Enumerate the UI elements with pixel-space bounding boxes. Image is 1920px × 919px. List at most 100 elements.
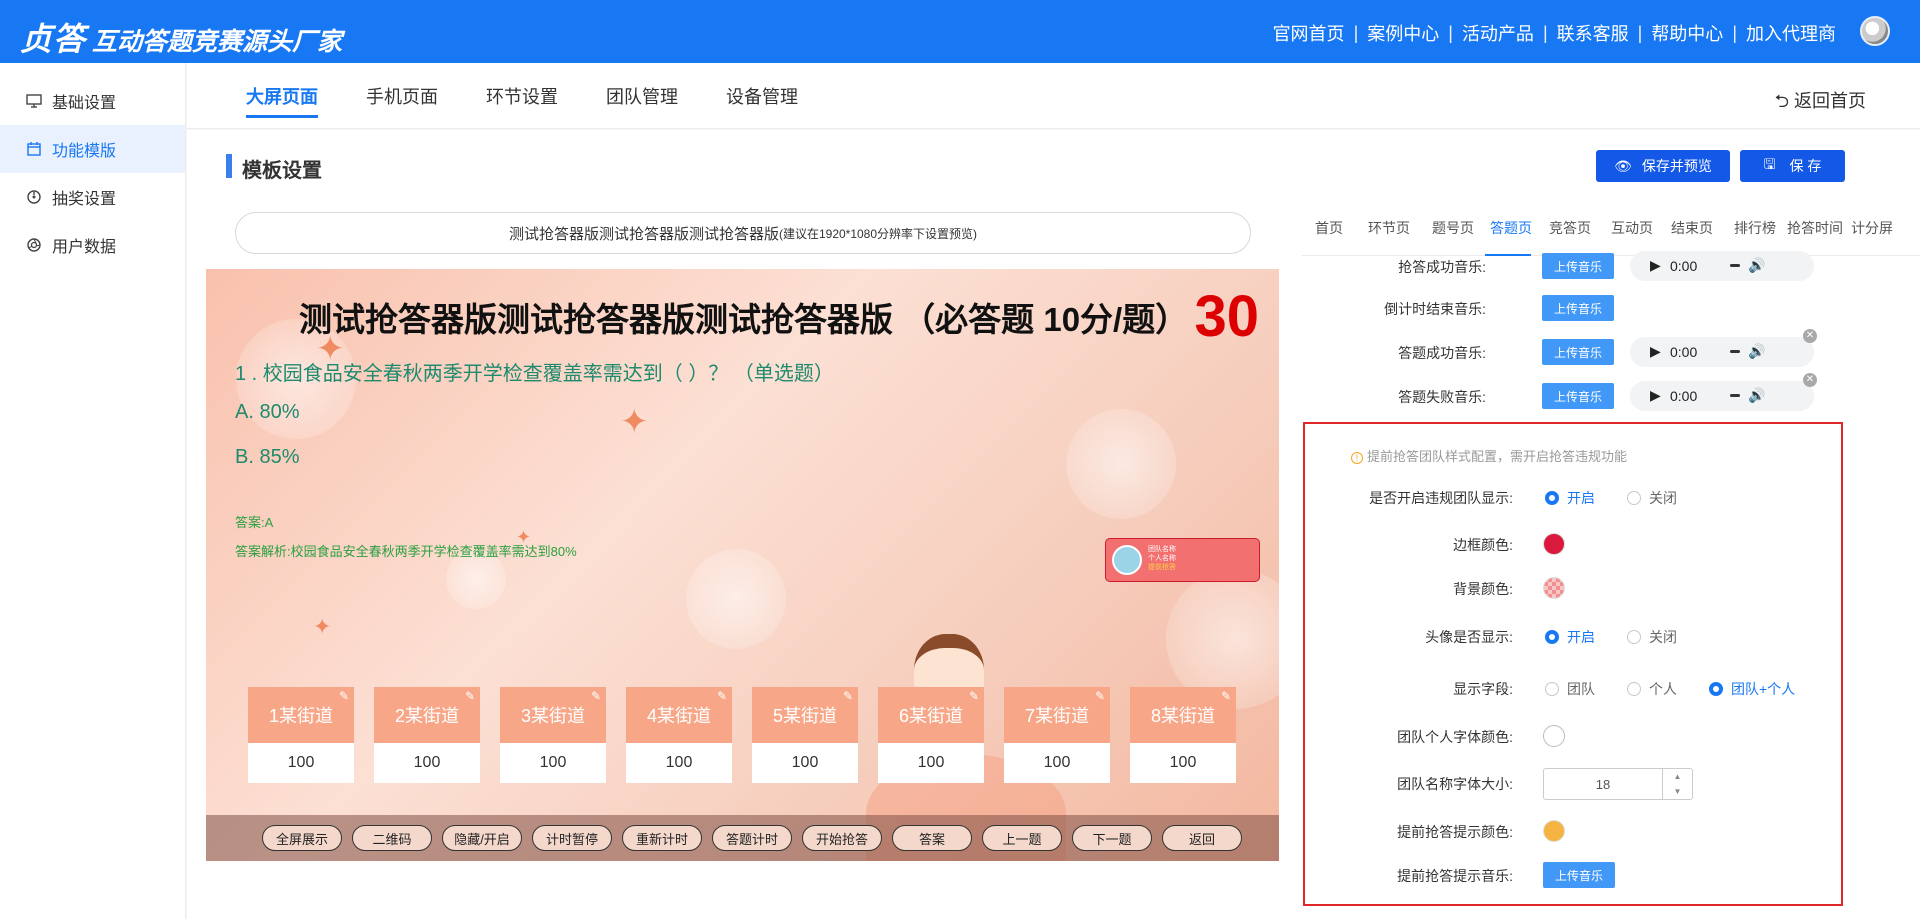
prev-question-button[interactable]: 上一题 (982, 825, 1062, 851)
qrcode-button[interactable]: 二维码 (352, 825, 432, 851)
edit-icon[interactable]: ✎ (465, 689, 475, 703)
avatar-show-off-radio[interactable]: 关闭 (1627, 627, 1677, 647)
nav-official-home[interactable]: 官网首页 (1273, 20, 1345, 46)
sidebar-item-lottery[interactable]: 抽奖设置 (0, 173, 185, 221)
team-tile[interactable]: ✎ 7某街道 100 (1004, 687, 1110, 783)
activity-name-bar[interactable]: 测试抢答器版测试抢答器版测试抢答器版 (建议在1920*1080分辨率下设置预览) (235, 212, 1251, 254)
edit-icon[interactable]: ✎ (339, 689, 349, 703)
user-avatar[interactable] (1860, 16, 1890, 46)
nav-support[interactable]: 联系客服 (1557, 20, 1629, 46)
edit-icon[interactable]: ✎ (969, 689, 979, 703)
remove-audio-icon[interactable]: ✕ (1803, 329, 1817, 343)
field-label: 答题失败音乐: (1398, 389, 1486, 405)
violation-show-on-radio[interactable]: 开启 (1545, 488, 1595, 508)
play-icon[interactable]: ▶ (1650, 387, 1661, 404)
team-tile[interactable]: ✎ 3某街道 100 (500, 687, 606, 783)
start-buzz-button[interactable]: 开始抢答 (802, 825, 882, 851)
config-tab-answer[interactable]: 答题页 (1490, 218, 1532, 238)
border-color-picker[interactable] (1543, 533, 1565, 555)
team-name: 2某街道 (394, 706, 459, 726)
restart-timer-button[interactable]: 重新计时 (622, 825, 702, 851)
fullscreen-button[interactable]: 全屏展示 (262, 825, 342, 851)
upload-music-button[interactable]: 上传音乐 (1542, 339, 1614, 365)
card-person-name: 个人名称 (1148, 555, 1176, 562)
edit-icon[interactable]: ✎ (1221, 689, 1231, 703)
violation-show-off-radio[interactable]: 关闭 (1627, 488, 1677, 508)
field-team-person-radio[interactable]: 团队+个人 (1709, 679, 1795, 699)
team-tile[interactable]: ✎ 5某街道 100 (752, 687, 858, 783)
upload-music-button[interactable]: 上传音乐 (1542, 383, 1614, 409)
back-home-link[interactable]: ⮌ 返回首页 (1775, 87, 1866, 119)
edit-icon[interactable]: ✎ (591, 689, 601, 703)
volume-icon[interactable]: 🔊 (1748, 343, 1765, 360)
team-tile[interactable]: ✎ 6某街道 100 (878, 687, 984, 783)
tab-mobile[interactable]: 手机页面 (366, 83, 438, 109)
volume-icon[interactable]: 🔊 (1748, 387, 1765, 404)
brand-logo[interactable]: 贞答 (20, 14, 86, 60)
sidebar-item-basic[interactable]: 基础设置 (0, 77, 185, 125)
hint-color-picker[interactable] (1543, 820, 1565, 842)
nav-help[interactable]: 帮助中心 (1651, 20, 1723, 46)
config-tab-buzz-time[interactable]: 抢答时间 (1787, 218, 1843, 238)
save-preview-button[interactable]: 👁 保存并预览 (1596, 150, 1730, 182)
answer-timer-button[interactable]: 答题计时 (712, 825, 792, 851)
nav-cases[interactable]: 案例中心 (1367, 20, 1439, 46)
play-icon[interactable]: ▶ (1650, 343, 1661, 360)
config-tab-number[interactable]: 题号页 (1432, 218, 1474, 238)
toggle-visibility-button[interactable]: 隐藏/开启 (442, 825, 522, 851)
field-team-radio[interactable]: 团队 (1545, 679, 1595, 699)
upload-music-button[interactable]: 上传音乐 (1542, 253, 1614, 279)
bg-color-picker[interactable] (1543, 577, 1565, 599)
audio-player: ▶ 0:00 🔊 ✕ (1630, 329, 1817, 367)
team-tile[interactable]: ✎ 4某街道 100 (626, 687, 732, 783)
chevron-down-icon[interactable]: ▼ (1674, 787, 1682, 796)
edit-icon[interactable]: ✎ (717, 689, 727, 703)
font-size-stepper[interactable]: 18 ▲ ▼ (1543, 768, 1693, 800)
section-accent-bar (226, 154, 232, 178)
config-tab-end[interactable]: 结束页 (1671, 218, 1713, 238)
avatar-show-on-radio[interactable]: 开启 (1545, 627, 1595, 647)
team-tile[interactable]: ✎ 2某街道 100 (374, 687, 480, 783)
progress-slider[interactable] (1730, 394, 1740, 397)
next-question-button[interactable]: 下一题 (1072, 825, 1152, 851)
tab-big-screen[interactable]: 大屏页面 (246, 83, 318, 118)
nav-agent[interactable]: 加入代理商 (1746, 20, 1836, 46)
config-tab-home[interactable]: 首页 (1315, 218, 1343, 238)
config-tab-compete[interactable]: 竞答页 (1549, 218, 1591, 238)
team-tile[interactable]: ✎ 1某街道 100 (248, 687, 354, 783)
eye-icon: 👁 (1614, 157, 1632, 174)
edit-icon[interactable]: ✎ (1095, 689, 1105, 703)
play-icon[interactable]: ▶ (1650, 257, 1661, 274)
decor-bubble (1066, 409, 1176, 519)
pause-timer-button[interactable]: 计时暂停 (532, 825, 612, 851)
tab-sections[interactable]: 环节设置 (486, 83, 558, 109)
tab-devices[interactable]: 设备管理 (726, 83, 798, 109)
sidebar-item-template[interactable]: 功能模版 (0, 125, 185, 173)
nav-products[interactable]: 活动产品 (1462, 20, 1534, 46)
edit-icon[interactable]: ✎ (843, 689, 853, 703)
config-tab-ranking[interactable]: 排行榜 (1734, 218, 1776, 238)
font-color-picker[interactable] (1543, 725, 1565, 747)
answer-button[interactable]: 答案 (892, 825, 972, 851)
field-person-radio[interactable]: 个人 (1627, 679, 1677, 699)
sidebar: 基础设置 功能模版 抽奖设置 用户数据 (0, 63, 186, 919)
config-tab-interact[interactable]: 互动页 (1611, 218, 1653, 238)
top-bar: 贞答 互动答题竞赛源头厂家 官网首页 | 案例中心 | 活动产品 | 联系客服 | 帮助… (0, 0, 1920, 63)
volume-icon[interactable]: 🔊 (1748, 257, 1765, 274)
progress-slider[interactable] (1730, 264, 1740, 267)
upload-music-button[interactable]: 上传音乐 (1543, 862, 1615, 888)
field-label: 显示字段: (1453, 681, 1513, 697)
progress-slider[interactable] (1730, 350, 1740, 353)
sidebar-item-user-data[interactable]: 用户数据 (0, 221, 185, 269)
save-button[interactable]: 🖫 保 存 (1740, 150, 1845, 182)
remove-audio-icon[interactable]: ✕ (1803, 373, 1817, 387)
upload-music-button[interactable]: 上传音乐 (1542, 295, 1614, 321)
option-a: A. 80% (235, 401, 300, 423)
team-tile[interactable]: ✎ 8某街道 100 (1130, 687, 1236, 783)
config-tab-scoreboard[interactable]: 计分屏 (1851, 218, 1893, 238)
tab-teams[interactable]: 团队管理 (606, 83, 678, 109)
font-size-value: 18 (1595, 777, 1611, 792)
return-button[interactable]: 返回 (1162, 825, 1242, 851)
config-tab-section[interactable]: 环节页 (1368, 218, 1410, 238)
chevron-up-icon[interactable]: ▲ (1674, 772, 1682, 781)
